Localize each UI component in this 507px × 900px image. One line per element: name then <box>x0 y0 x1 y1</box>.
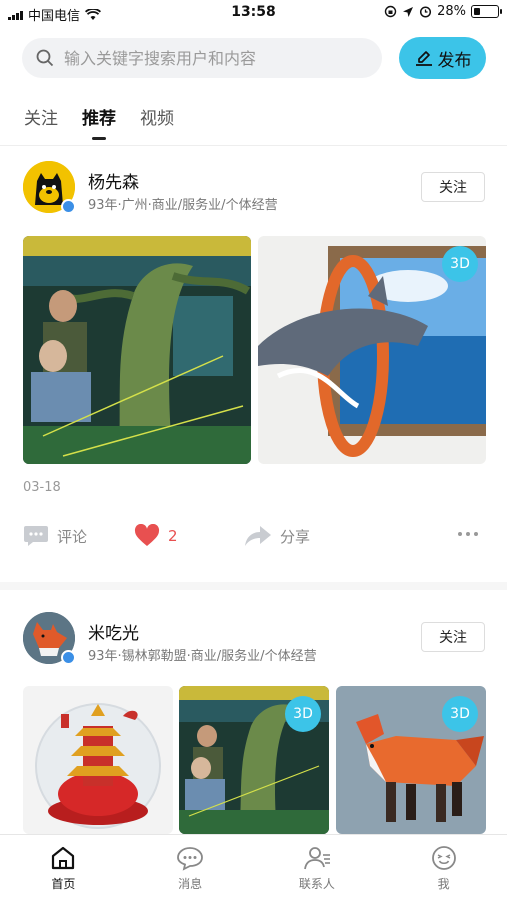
search-bar[interactable] <box>22 38 382 78</box>
nav-label: 我 <box>437 877 450 891</box>
more-options-icon[interactable] <box>458 532 478 536</box>
3d-badge: 3D <box>285 696 321 732</box>
3d-badge: 3D <box>442 696 478 732</box>
comment-label: 评论 <box>57 527 88 546</box>
edit-icon <box>415 51 432 66</box>
post-date: 03-18 <box>23 480 61 495</box>
3d-badge: 3D <box>442 246 478 282</box>
nav-messages[interactable]: 消息 <box>127 835 254 900</box>
like-button[interactable]: 2 <box>134 524 178 548</box>
post-image[interactable] <box>23 686 173 834</box>
follow-button[interactable]: 关注 <box>421 622 485 652</box>
nav-home[interactable]: 首页 <box>0 835 127 900</box>
profile-icon <box>431 846 456 870</box>
contacts-icon <box>303 847 330 870</box>
tab-following[interactable]: 关注 <box>24 104 58 129</box>
nav-label: 消息 <box>178 877 203 891</box>
alarm-icon <box>420 6 432 18</box>
tabs-divider <box>0 145 507 146</box>
home-icon <box>52 846 75 870</box>
post-image[interactable]: 3D <box>179 686 329 834</box>
tab-recommended[interactable]: 推荐 <box>82 104 116 140</box>
search-icon <box>36 49 54 67</box>
nav-contacts[interactable]: 联系人 <box>254 835 381 900</box>
heart-icon <box>134 524 160 546</box>
message-icon <box>177 847 204 871</box>
publish-button[interactable]: 发布 <box>399 37 486 79</box>
post-image[interactable]: 3D <box>258 236 486 464</box>
post-separator <box>0 582 507 590</box>
battery-percent: 28% <box>437 4 466 19</box>
search-input[interactable] <box>64 48 364 68</box>
share-label: 分享 <box>280 527 311 546</box>
comment-icon <box>24 526 48 546</box>
pagoda-globe-image <box>23 686 173 834</box>
user-name[interactable]: 米吃光 <box>88 619 139 644</box>
share-button[interactable]: 分享 <box>244 524 310 548</box>
user-meta: 93年·锡林郭勒盟·商业/服务业/个体经营 <box>88 649 317 664</box>
user-meta: 93年·广州·商业/服务业/个体经营 <box>88 198 278 213</box>
bottom-nav: 首页 消息 联系人 我 <box>0 834 507 900</box>
post-image[interactable]: 3D <box>336 686 486 834</box>
like-count: 2 <box>168 527 178 545</box>
location-icon <box>403 6 414 17</box>
publish-label: 发布 <box>437 50 472 71</box>
nav-label: 首页 <box>51 877 76 891</box>
feed-tabs: 关注 推荐 视频 <box>24 104 174 140</box>
post-image[interactable] <box>23 236 251 464</box>
post-actions: 评论 2 分享 <box>0 524 507 554</box>
jungle-lab-image <box>23 236 251 464</box>
user-name[interactable]: 杨先森 <box>88 168 139 193</box>
nav-label: 联系人 <box>298 877 335 891</box>
battery-icon <box>471 5 502 18</box>
tab-video[interactable]: 视频 <box>140 104 174 129</box>
verified-badge-icon <box>61 199 76 214</box>
status-bar: 中国电信 13:58 28% <box>0 0 507 26</box>
share-icon <box>245 526 271 546</box>
comment-button[interactable]: 评论 <box>23 524 87 548</box>
verified-badge-icon <box>61 650 76 665</box>
orientation-lock-icon <box>384 5 397 18</box>
nav-me[interactable]: 我 <box>380 835 507 900</box>
follow-button[interactable]: 关注 <box>421 172 485 202</box>
